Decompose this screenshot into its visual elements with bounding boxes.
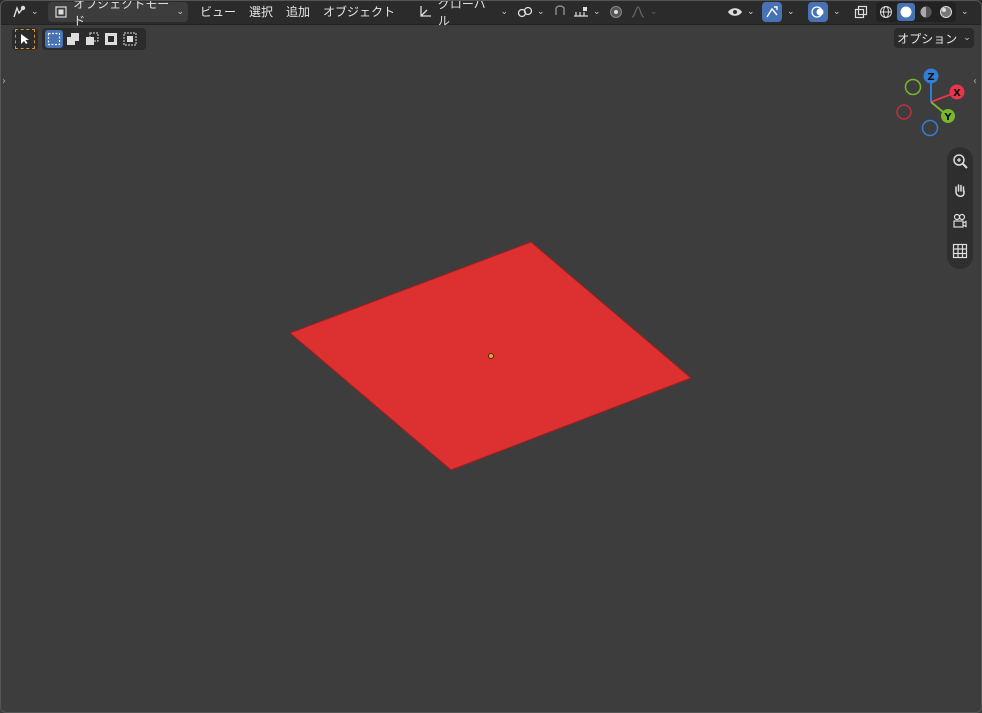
camera-view-button[interactable] <box>950 211 970 231</box>
viewport-canvas[interactable] <box>0 0 982 713</box>
pan-button[interactable] <box>950 181 970 201</box>
gizmo-x-label: X <box>953 88 961 99</box>
perspective-toggle-button[interactable] <box>950 241 970 261</box>
navigation-controls <box>947 147 973 269</box>
gizmo-neg-y-handle <box>904 78 922 96</box>
zoom-icon <box>953 154 968 169</box>
grid-icon <box>952 243 968 259</box>
gizmo-z-label: Z <box>927 72 934 83</box>
gizmo-y-label: Y <box>943 112 952 123</box>
gizmo-neg-x-handle <box>896 104 912 120</box>
object-origin <box>488 353 494 359</box>
navigation-gizmo[interactable]: Z X Y <box>893 66 969 142</box>
zoom-button[interactable] <box>950 151 970 171</box>
camera-icon <box>953 213 967 228</box>
hand-icon <box>955 184 965 197</box>
gizmo-neg-z-handle <box>921 119 939 137</box>
